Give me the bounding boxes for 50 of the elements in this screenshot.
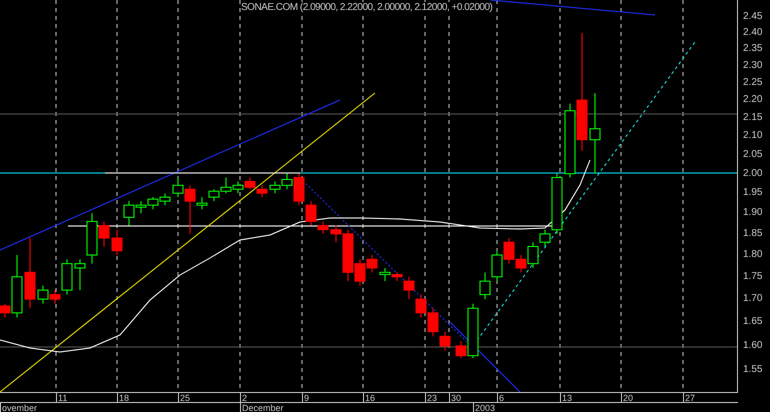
y-tick-label: 2.35 xyxy=(743,44,762,54)
x-tick-label: 30 xyxy=(449,393,462,403)
candlestick xyxy=(208,188,220,202)
y-tick-label: 2.10 xyxy=(743,131,762,141)
x-tick-label: 9 xyxy=(302,393,310,403)
month-label: 2003 xyxy=(473,403,496,412)
y-tick-label: 1.80 xyxy=(743,250,762,260)
x-tick-label: 25 xyxy=(178,393,190,403)
y-tick-label: 1.75 xyxy=(743,272,762,282)
x-tick-label: 13 xyxy=(560,393,572,403)
y-tick-label: 1.65 xyxy=(743,317,762,328)
candlestick xyxy=(480,272,490,300)
x-tick-label: 23 xyxy=(425,393,438,403)
candlestick xyxy=(416,294,426,318)
y-tick-label: 2.25 xyxy=(743,78,762,88)
y-tick-label: 1.95 xyxy=(743,188,762,198)
candlestick xyxy=(492,250,502,282)
x-tick-label: 11 xyxy=(56,393,68,403)
chart-title: SONAE.COM (2.09000, 2.22000, 2.00000, 2.12000, +0.02000) xyxy=(241,2,492,14)
candlestick xyxy=(244,177,256,190)
y-tick-label: 2.20 xyxy=(743,95,762,106)
y-tick-label: 1.55 xyxy=(743,365,762,376)
y-tick-label: 1.85 xyxy=(743,228,762,239)
y-tick-label: 1.90 xyxy=(743,208,762,218)
candlestick xyxy=(256,184,268,198)
candlestick xyxy=(380,267,390,282)
y-tick-label: 1.60 xyxy=(743,340,762,351)
y-tick-label: 2.05 xyxy=(743,150,762,160)
candlestick xyxy=(24,238,36,309)
candlestick xyxy=(112,229,122,256)
x-tick-label: 27 xyxy=(683,393,696,403)
y-tick-label: 2.45 xyxy=(743,12,762,22)
month-label: December xyxy=(240,403,284,412)
y-tick-label: 1.70 xyxy=(743,294,762,304)
x-tick-label: 16 xyxy=(363,393,376,403)
candlestick xyxy=(220,177,232,194)
x-tick-label: 6 xyxy=(497,393,504,403)
y-tick-label: 2.30 xyxy=(743,60,762,71)
month-label: ovember xyxy=(0,403,38,412)
candlestick xyxy=(160,192,170,206)
candlestick xyxy=(148,196,158,210)
y-tick-label: 2.00 xyxy=(743,168,762,179)
candlestick xyxy=(232,180,244,194)
candlestick xyxy=(38,285,48,304)
y-tick-label: 2.40 xyxy=(743,28,762,38)
x-tick-label: 2 xyxy=(240,393,248,403)
x-tick-label: 18 xyxy=(117,393,130,403)
x-tick-label: 20 xyxy=(621,393,634,403)
candlestick xyxy=(270,180,280,194)
y-tick-label: 2.15 xyxy=(743,112,762,123)
